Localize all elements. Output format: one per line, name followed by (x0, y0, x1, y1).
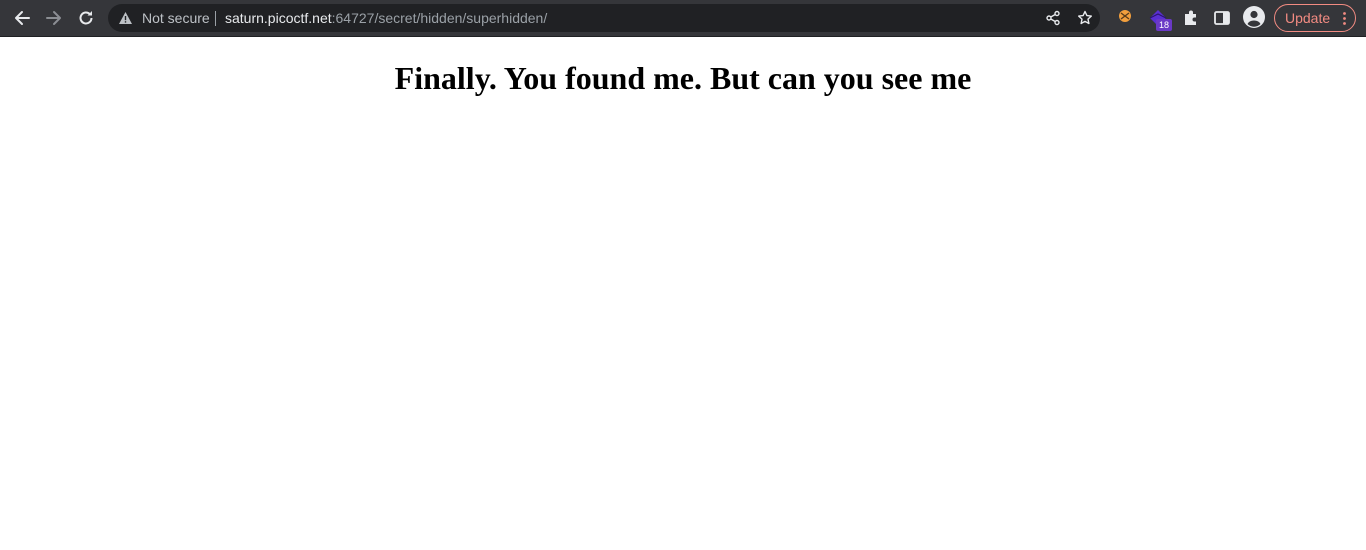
forward-arrow-icon (46, 11, 61, 25)
update-button[interactable]: Update (1274, 4, 1356, 32)
security-status-label[interactable]: Not secure (142, 10, 210, 26)
side-panel-icon[interactable] (1212, 8, 1232, 28)
extension-icon[interactable] (1115, 8, 1135, 28)
star-icon[interactable] (1077, 10, 1093, 26)
omnibox-divider (215, 11, 216, 26)
extension-badge: 18 (1156, 19, 1172, 31)
url-path: :64727/secret/hidden/superhidden/ (331, 10, 548, 26)
warning-icon (119, 12, 132, 24)
back-arrow-icon (15, 11, 30, 25)
address-bar[interactable]: Not secure saturn.picoctf.net:64727/secr… (108, 4, 1100, 32)
page-heading: Finally. You found me. But can you see m… (394, 60, 972, 96)
reload-button[interactable] (73, 5, 99, 31)
url-text[interactable]: saturn.picoctf.net:64727/secret/hidden/s… (225, 10, 547, 26)
more-vert-icon (1343, 12, 1346, 25)
browser-toolbar: Not secure saturn.picoctf.net:64727/secr… (0, 0, 1366, 37)
profile-icon[interactable] (1243, 6, 1265, 28)
share-icon[interactable] (1045, 10, 1061, 26)
back-button[interactable] (9, 5, 35, 31)
forward-button[interactable] (41, 5, 67, 31)
reload-icon (79, 11, 93, 25)
puzzle-icon[interactable] (1181, 8, 1201, 28)
url-host: saturn.picoctf.net (225, 10, 332, 26)
update-label: Update (1285, 10, 1331, 26)
